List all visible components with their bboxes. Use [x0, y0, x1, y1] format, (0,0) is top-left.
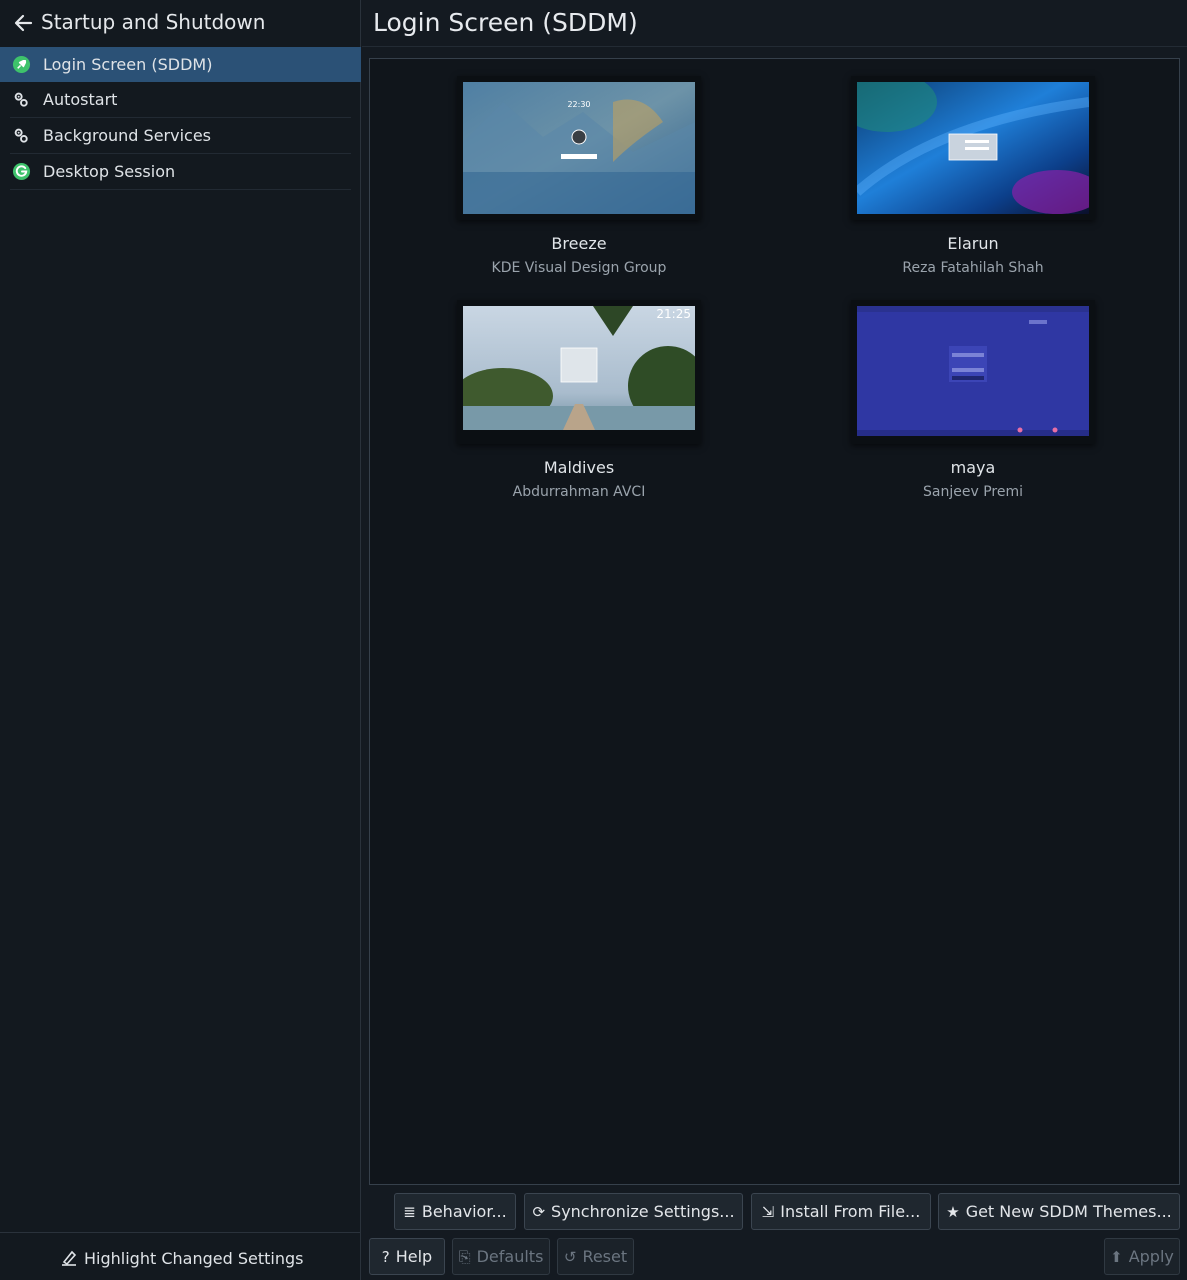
- highlighter-icon: [62, 1250, 77, 1266]
- install-icon: ⇲: [761, 1202, 775, 1221]
- theme-preview: [851, 300, 1095, 444]
- help-button[interactable]: ? Help: [369, 1238, 445, 1275]
- behavior-button[interactable]: ≣ Behavior...: [394, 1193, 516, 1230]
- sidebar-item-desktop-session[interactable]: Desktop Session: [0, 154, 361, 189]
- theme-author: Sanjeev Premi: [923, 484, 1023, 500]
- sidebar-item-label: Background Services: [43, 126, 212, 145]
- divider: [362, 46, 1187, 47]
- sidebar-item-login-screen[interactable]: Login Screen (SDDM): [0, 47, 361, 82]
- highlight-changed-settings-button[interactable]: Highlight Changed Settings: [60, 1245, 303, 1271]
- sidebar-title: Startup and Shutdown: [41, 10, 266, 34]
- theme-name: Maldives: [543, 458, 615, 477]
- theme-author: KDE Visual Design Group: [491, 260, 667, 276]
- apply-icon: ⬆: [1110, 1247, 1123, 1266]
- elarun-preview-image: [857, 82, 1089, 214]
- page-title: Login Screen (SDDM): [373, 8, 638, 37]
- sidebar-item-label: Desktop Session: [43, 162, 176, 181]
- gears-icon: [14, 92, 28, 107]
- session-icon: [12, 162, 31, 181]
- back-arrow-icon[interactable]: [12, 12, 34, 34]
- theme-grid: 22:30 Breeze KDE Visual Design Group Ela…: [369, 58, 1180, 1185]
- sync-icon: ⟳: [532, 1202, 546, 1221]
- defaults-label: Defaults: [476, 1247, 544, 1266]
- reset-button[interactable]: ↺ Reset: [557, 1238, 634, 1275]
- sidebar-item-label: Login Screen (SDDM): [43, 55, 213, 74]
- divider: [10, 189, 351, 190]
- preview-clock: 21:25: [656, 307, 691, 321]
- get-new-themes-button[interactable]: ★ Get New SDDM Themes...: [938, 1193, 1180, 1230]
- theme-preview: 21:25: [457, 300, 701, 444]
- theme-name: Elarun: [947, 234, 999, 253]
- defaults-button[interactable]: ⎘ Defaults: [452, 1238, 550, 1275]
- star-icon: ★: [946, 1202, 960, 1221]
- behavior-label: Behavior...: [421, 1202, 507, 1221]
- sidebar-item-label: Autostart: [43, 90, 118, 109]
- apply-label: Apply: [1128, 1247, 1174, 1266]
- help-label: Help: [395, 1247, 433, 1266]
- sidebar-item-autostart[interactable]: Autostart: [0, 82, 361, 117]
- theme-name: maya: [950, 458, 996, 477]
- gears-icon: [14, 128, 28, 143]
- maya-preview-image: [857, 306, 1089, 436]
- sddm-icon: [12, 55, 31, 74]
- apply-button[interactable]: ⬆ Apply: [1104, 1238, 1180, 1275]
- synchronize-settings-button[interactable]: ⟳ Synchronize Settings...: [524, 1193, 743, 1230]
- theme-author: Abdurrahman AVCI: [512, 484, 646, 500]
- defaults-icon: ⎘: [458, 1247, 471, 1266]
- list-icon: ≣: [403, 1202, 416, 1221]
- preview-clock: 22:30: [567, 100, 590, 109]
- reset-label: Reset: [582, 1247, 628, 1266]
- breeze-preview-image: 22:30: [463, 82, 695, 214]
- theme-preview: 22:30: [457, 76, 701, 220]
- sidebar-header: Startup and Shutdown: [0, 0, 361, 47]
- synchronize-label: Synchronize Settings...: [551, 1202, 735, 1221]
- sidebar: Startup and Shutdown Login Screen (SDDM)…: [0, 0, 361, 1280]
- help-icon: ?: [381, 1247, 390, 1266]
- maldives-preview-image: 21:25: [463, 306, 695, 430]
- sidebar-footer: Highlight Changed Settings: [0, 1232, 361, 1280]
- get-new-label: Get New SDDM Themes...: [965, 1202, 1172, 1221]
- theme-preview: [851, 76, 1095, 220]
- sidebar-item-background-services[interactable]: Background Services: [0, 118, 361, 153]
- install-label: Install From File...: [780, 1202, 921, 1221]
- undo-icon: ↺: [563, 1247, 577, 1266]
- sidebar-list: Login Screen (SDDM) Autostart Background…: [0, 47, 361, 190]
- theme-name: Breeze: [551, 234, 607, 253]
- highlight-label: Highlight Changed Settings: [84, 1248, 304, 1268]
- theme-author: Reza Fatahilah Shah: [902, 260, 1044, 276]
- install-from-file-button[interactable]: ⇲ Install From File...: [751, 1193, 931, 1230]
